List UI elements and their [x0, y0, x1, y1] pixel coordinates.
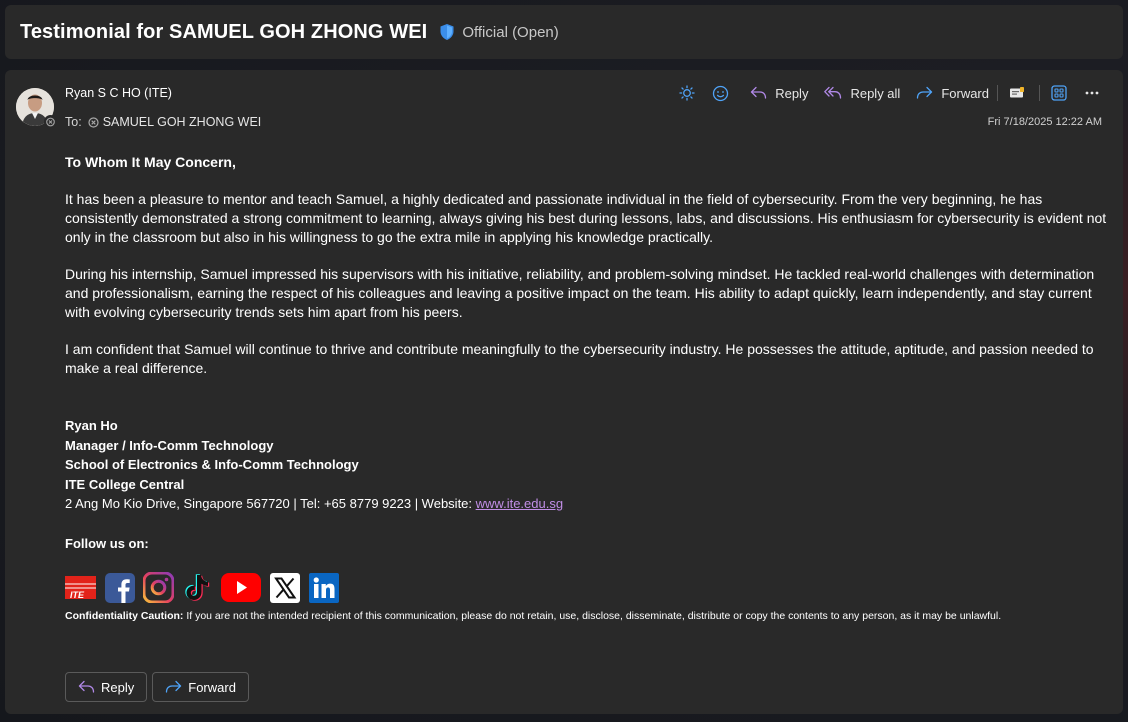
recipients-line: To: SAMUEL GOH ZHONG WEI — [65, 115, 261, 129]
youtube-icon[interactable] — [221, 572, 261, 603]
shield-icon — [439, 23, 455, 41]
quick-actions: Reply Forward — [65, 672, 254, 702]
footer-forward-button[interactable]: Forward — [152, 672, 249, 702]
body-paragraph-1: It has been a pleasure to mentor and tea… — [65, 191, 1107, 245]
reply-all-button[interactable]: Reply all — [824, 86, 900, 101]
reply-label: Reply — [775, 85, 809, 101]
signature-address: 2 Ang Mo Kio Drive, Singapore 567720 | T… — [65, 494, 1110, 514]
signature-title: Manager / Info-Comm Technology — [65, 437, 274, 453]
toolbar-divider-2 — [1039, 85, 1040, 101]
confidentiality-label: Confidentiality Caution: — [65, 610, 184, 622]
reply-all-label: Reply all — [850, 85, 901, 101]
apps-icon[interactable] — [1045, 82, 1073, 104]
linkedin-icon[interactable] — [308, 572, 339, 603]
svg-text:ITE: ITE — [70, 590, 85, 600]
body-paragraph-3: I am confident that Samuel will continue… — [65, 341, 1094, 376]
message-card: Ryan S C HO (ITE) To: SAMUEL GOH ZHONG W… — [5, 70, 1123, 714]
instagram-icon[interactable] — [143, 572, 174, 603]
address-text: 2 Ang Mo Kio Drive, Singapore 567720 | T… — [65, 496, 476, 511]
forward-label: Forward — [941, 85, 989, 101]
ite-logo[interactable]: ITE — [65, 572, 96, 603]
sender-name[interactable]: Ryan S C HO (ITE) — [65, 86, 172, 100]
website-link[interactable]: www.ite.edu.sg — [476, 496, 563, 511]
reply-icon — [751, 86, 767, 99]
email-subject: Testimonial for SAMUEL GOH ZHONG WEI — [20, 20, 428, 43]
message-body: To Whom It May Concern, It has been a pl… — [65, 153, 1110, 623]
immersive-reader-icon[interactable] — [1003, 82, 1031, 104]
facebook-icon[interactable] — [104, 572, 135, 603]
recipient-status-icon — [88, 116, 99, 128]
presence-offline-icon — [44, 115, 57, 128]
to-label: To: — [65, 115, 82, 129]
tiktok-icon[interactable] — [182, 572, 213, 603]
signature-college: ITE College Central — [65, 476, 185, 492]
greeting: To Whom It May Concern, — [65, 154, 236, 170]
sensitivity-label[interactable]: Official (Open) — [462, 24, 558, 41]
forward-icon — [917, 86, 933, 99]
x-icon[interactable] — [269, 572, 300, 603]
signature-block: Ryan Ho Manager / Info-Comm Technology S… — [65, 416, 1110, 623]
reply-button[interactable]: Reply — [750, 86, 808, 101]
message-toolbar: Reply Reply all Forward — [668, 82, 1106, 104]
follow-us-label: Follow us on: — [65, 535, 149, 551]
avatar[interactable] — [16, 88, 57, 128]
recipient-name[interactable]: SAMUEL GOH ZHONG WEI — [103, 115, 262, 129]
emoji-reaction-icon[interactable] — [706, 82, 734, 104]
toolbar-divider — [997, 85, 998, 101]
signature-name: Ryan Ho — [65, 418, 118, 433]
footer-forward-label: Forward — [188, 679, 236, 695]
confidentiality-notice: Confidentiality Caution: If you are not … — [65, 609, 1110, 623]
message-timestamp: Fri 7/18/2025 12:22 AM — [987, 116, 1102, 128]
body-paragraph-2: During his internship, Samuel impressed … — [65, 266, 1095, 320]
subject-bar: Testimonial for SAMUEL GOH ZHONG WEI Off… — [5, 5, 1123, 59]
social-links: ITE — [65, 572, 1110, 603]
confidentiality-text: If you are not the intended recipient of… — [183, 610, 1002, 622]
reply-icon — [78, 680, 95, 693]
footer-reply-label: Reply — [101, 679, 135, 695]
reply-all-icon — [824, 86, 842, 99]
forward-icon — [166, 680, 182, 693]
forward-button[interactable]: Forward — [916, 86, 989, 101]
brightness-icon[interactable] — [673, 82, 701, 104]
more-options-icon[interactable] — [1078, 82, 1106, 104]
signature-school: School of Electronics & Info-Comm Techno… — [65, 457, 359, 472]
footer-reply-button[interactable]: Reply — [65, 672, 148, 702]
